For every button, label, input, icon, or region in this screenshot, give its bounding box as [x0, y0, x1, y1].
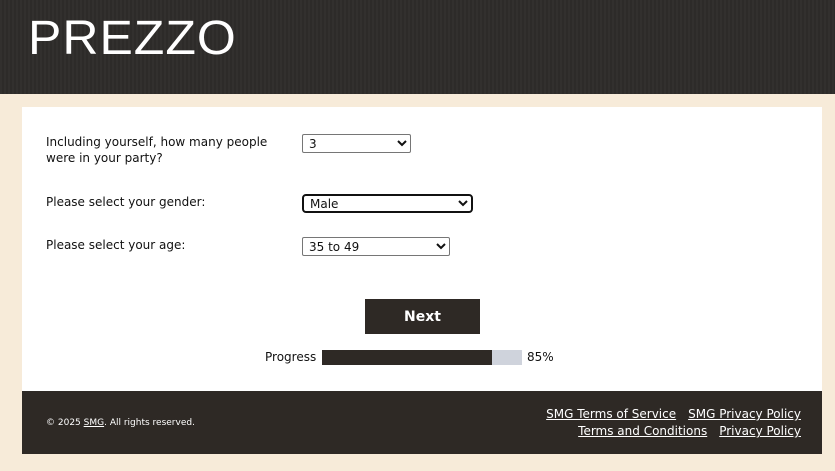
- smg-privacy-policy-link[interactable]: SMG Privacy Policy: [688, 407, 801, 421]
- copyright-suffix: . All rights reserved.: [104, 418, 195, 428]
- age-label: Please select your age:: [46, 238, 186, 252]
- copyright-prefix: © 2025: [46, 418, 84, 428]
- site-footer: © 2025 SMG. All rights reserved. SMG Ter…: [22, 391, 822, 454]
- next-button[interactable]: Next: [365, 299, 480, 334]
- site-header: PREZZO: [0, 0, 835, 94]
- privacy-policy-link[interactable]: Privacy Policy: [719, 424, 801, 438]
- progress-percent: 85%: [527, 350, 554, 364]
- progress-bar-fill: [322, 350, 492, 365]
- gender-label: Please select your gender:: [46, 195, 206, 209]
- copyright-text: © 2025 SMG. All rights reserved.: [46, 418, 195, 428]
- survey-panel: Including yourself, how many people were…: [22, 107, 822, 391]
- smg-link[interactable]: SMG: [84, 418, 104, 428]
- progress-label: Progress: [265, 350, 317, 364]
- gender-select[interactable]: Male: [302, 194, 473, 213]
- party-size-label: Including yourself, how many people were…: [46, 135, 268, 165]
- prezzo-logo: PREZZO: [28, 10, 237, 65]
- smg-terms-of-service-link[interactable]: SMG Terms of Service: [546, 407, 676, 421]
- party-size-select[interactable]: 3: [302, 134, 411, 153]
- progress-bar: [322, 350, 522, 365]
- age-select[interactable]: 35 to 49: [302, 237, 450, 256]
- terms-and-conditions-link[interactable]: Terms and Conditions: [578, 424, 707, 438]
- footer-links-row-1: SMG Terms of Service SMG Privacy Policy: [534, 407, 801, 421]
- footer-links-row-2: Terms and Conditions Privacy Policy: [566, 424, 801, 438]
